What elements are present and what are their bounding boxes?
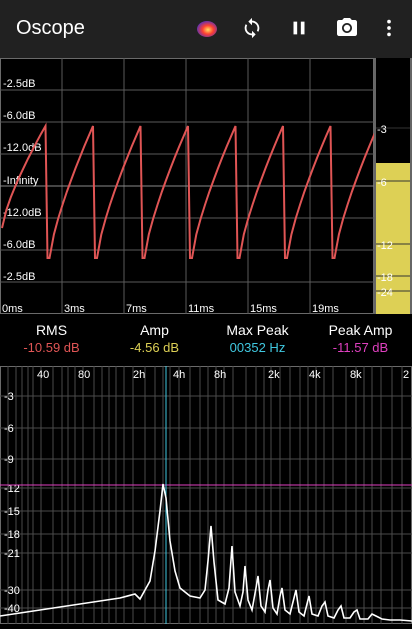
scope-y-label: -2.5dB	[3, 78, 35, 90]
spectrum-x-label: 8k	[350, 369, 362, 381]
spectrum-y-label: -18	[4, 529, 20, 541]
spectrum-x-label: 80	[78, 369, 90, 381]
spectrum-x-label: 2k	[268, 369, 280, 381]
level-meter: -3 -6 -12 -18 -24	[374, 58, 412, 314]
app-bar: Oscope	[0, 0, 412, 58]
scope-y-label: -Infinity	[3, 175, 39, 187]
meter-label: -24	[377, 287, 393, 299]
scope-y-label: -12.0dB	[3, 207, 42, 219]
oscilloscope-panel[interactable]: -2.5dB -6.0dB -12.0dB -Infinity -12.0dB …	[0, 58, 381, 315]
spectrum-y-label: -15	[4, 506, 20, 518]
scope-x-label: 15ms	[250, 303, 277, 314]
stat-max-peak: Max Peak 00352 Hz	[206, 322, 309, 355]
camera-icon[interactable]	[332, 13, 362, 43]
meter-label: -6	[377, 177, 387, 189]
refresh-icon[interactable]	[237, 13, 267, 43]
spectrum-x-label: 4h	[173, 369, 185, 381]
stat-value: -10.59 dB	[23, 340, 80, 355]
meter-label: -12	[377, 240, 393, 252]
stat-label: RMS	[35, 322, 68, 338]
spectrum-y-label: -21	[4, 548, 20, 560]
stat-value: -4.56 dB	[129, 340, 180, 355]
app-logo-icon[interactable]	[191, 13, 221, 43]
scope-x-label: 11ms	[188, 303, 215, 314]
meter-label: -18	[377, 272, 393, 284]
spectrum-svg: 40 80 2h 4h 8h 2k 4k 8k 2 -3 -6 -9 -12 -…	[0, 366, 412, 624]
spectrum-x-label: 8h	[214, 369, 226, 381]
stat-amp: Amp -4.56 dB	[103, 322, 206, 355]
spectrum-x-label: 40	[37, 369, 49, 381]
spectrum-y-label: -6	[4, 423, 14, 435]
stat-label: Amp	[140, 322, 169, 338]
stat-peak-amp: Peak Amp -11.57 dB	[309, 322, 412, 355]
stats-row: RMS -10.59 dB Amp -4.56 dB Max Peak 0035…	[0, 316, 412, 366]
oscilloscope-svg: -2.5dB -6.0dB -12.0dB -Infinity -12.0dB …	[0, 58, 381, 315]
stat-label: Max Peak	[226, 322, 289, 338]
spectrum-x-label: 2	[403, 369, 409, 381]
more-vert-icon[interactable]	[374, 13, 404, 43]
spectrum-y-label: -9	[4, 454, 14, 466]
stat-value: 00352 Hz	[229, 340, 286, 355]
scope-x-label: 7ms	[126, 303, 147, 314]
stat-label: Peak Amp	[328, 322, 393, 338]
scope-y-label: -6.0dB	[3, 110, 35, 122]
spectrum-panel[interactable]: 40 80 2h 4h 8h 2k 4k 8k 2 -3 -6 -9 -12 -…	[0, 366, 412, 624]
stat-value: -11.57 dB	[332, 340, 389, 355]
scope-x-label: 3ms	[64, 303, 85, 314]
meter-label: -3	[377, 124, 387, 136]
scope-x-label: 0ms	[2, 303, 23, 314]
waveform-trace	[1, 122, 381, 259]
spectrum-x-label: 4k	[309, 369, 321, 381]
scope-y-label: -2.5dB	[3, 271, 35, 283]
pause-icon[interactable]	[284, 13, 314, 43]
scope-x-label: 19ms	[312, 303, 339, 314]
app-title: Oscope	[16, 17, 85, 39]
scope-y-label: -6.0dB	[3, 239, 35, 251]
spectrum-y-label: -30	[4, 585, 20, 597]
spectrum-y-label: -3	[4, 391, 14, 403]
stat-rms: RMS -10.59 dB	[0, 322, 103, 355]
spectrum-x-label: 2h	[133, 369, 145, 381]
